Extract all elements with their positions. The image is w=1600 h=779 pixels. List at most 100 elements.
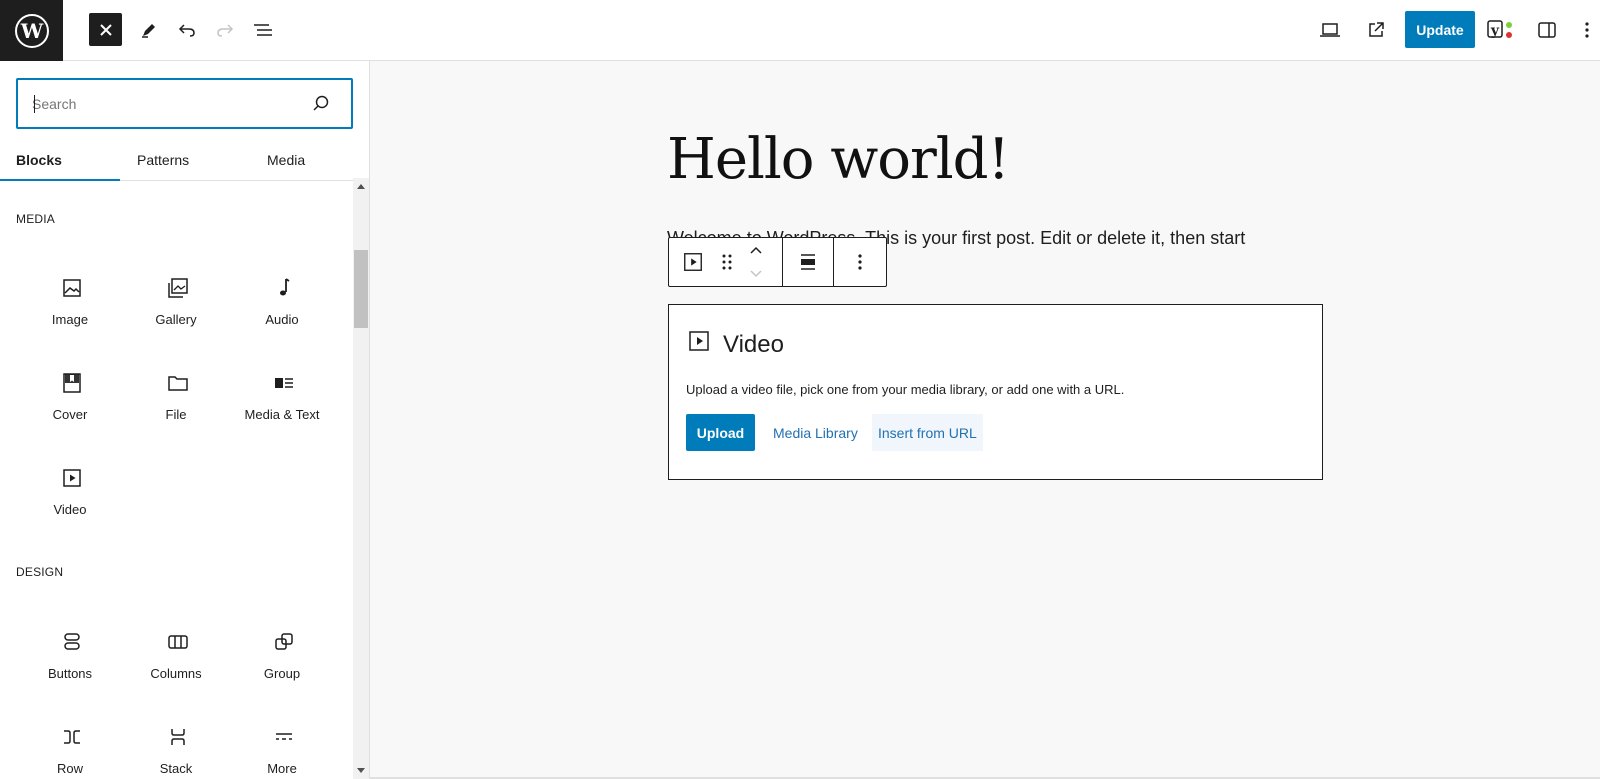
svg-text:y: y	[1490, 23, 1500, 39]
cover-icon	[63, 373, 81, 393]
pencil-icon	[142, 24, 155, 38]
search-icon[interactable]	[311, 94, 331, 114]
block-item-label: More	[267, 761, 297, 776]
drag-handle-icon	[722, 254, 732, 270]
close-icon	[99, 23, 112, 36]
undo-button[interactable]	[170, 12, 204, 48]
view-post-button[interactable]	[1359, 12, 1393, 48]
scroll-up-arrow-icon[interactable]	[353, 178, 369, 194]
wordpress-logo-icon[interactable]: W	[0, 0, 63, 61]
group-icon	[275, 633, 293, 650]
options-button[interactable]	[1575, 12, 1599, 48]
media-text-icon	[275, 378, 293, 388]
block-item-audio[interactable]: Audio	[229, 264, 335, 352]
tools-button[interactable]	[132, 12, 166, 48]
block-item-label: Gallery	[155, 312, 197, 327]
block-item-label: Video	[53, 502, 87, 517]
chevron-down-icon	[750, 270, 762, 278]
close-inserter-button[interactable]	[89, 13, 122, 46]
move-up-button[interactable]	[741, 238, 771, 262]
category-label-design: DESIGN	[16, 565, 64, 579]
video-block-placeholder[interactable]: Video Upload a video file, pick one from…	[668, 304, 1323, 480]
block-item-label: Row	[56, 761, 83, 776]
columns-icon	[168, 635, 188, 649]
block-item-label: Stack	[159, 761, 193, 776]
block-toolbar	[668, 237, 887, 287]
align-center-icon	[801, 254, 815, 270]
block-options-button[interactable]	[834, 238, 886, 286]
block-item-label: Media & Text	[244, 407, 320, 422]
scrollbar-thumb[interactable]	[354, 250, 368, 328]
block-item-buttons[interactable]: Buttons	[17, 618, 123, 706]
block-item-label: File	[165, 407, 187, 422]
block-item-label: Image	[51, 312, 89, 327]
sidebar-toggle-icon	[1538, 22, 1556, 38]
settings-sidebar-button[interactable]	[1530, 12, 1564, 48]
yoast-button[interactable]: y	[1485, 12, 1519, 48]
tab-blocks[interactable]: Blocks	[16, 139, 62, 181]
chevron-up-icon	[750, 246, 762, 254]
insert-from-url-button[interactable]: Insert from URL	[872, 414, 983, 451]
search-box	[16, 78, 353, 129]
buttons-icon	[64, 633, 80, 650]
block-item-label: Cover	[52, 407, 88, 422]
row-icon	[64, 730, 80, 744]
text-caret	[34, 95, 35, 113]
block-item-label: Audio	[265, 312, 299, 327]
active-tab-indicator	[0, 179, 120, 181]
block-item-cover[interactable]: Cover	[17, 359, 123, 447]
block-item-stack[interactable]: Stack	[123, 713, 229, 779]
block-item-label: Columns	[150, 666, 202, 681]
block-item-gallery[interactable]: Gallery	[123, 264, 229, 352]
video-block-instructions: Upload a video file, pick one from your …	[686, 382, 1125, 397]
gallery-icon	[168, 278, 188, 298]
search-input[interactable]	[32, 93, 292, 115]
editor-header: W Update y	[0, 0, 1600, 61]
audio-icon	[280, 278, 290, 296]
block-item-video[interactable]: Video	[17, 454, 123, 542]
more-vertical-icon	[858, 254, 862, 270]
block-item-image[interactable]: Image	[17, 264, 123, 352]
editor-canvas: Hello world! Welcome to WordPress. This …	[370, 61, 1600, 779]
preview-button[interactable]	[1313, 12, 1347, 48]
svg-text:W: W	[19, 19, 43, 43]
document-overview-icon	[254, 24, 272, 36]
yoast-icon: y	[1487, 20, 1512, 39]
block-inserter-panel: Blocks Patterns Media MEDIA Image Galler…	[0, 61, 370, 779]
tab-patterns[interactable]: Patterns	[137, 139, 189, 181]
align-button[interactable]	[783, 238, 833, 286]
external-link-icon	[1369, 22, 1384, 37]
video-icon	[689, 331, 709, 351]
redo-button[interactable]	[208, 12, 242, 48]
redo-icon	[217, 24, 234, 37]
sidebar-scrollbar[interactable]	[353, 178, 369, 779]
inserter-tabs: Blocks Patterns Media	[0, 139, 369, 181]
media-library-button[interactable]: Media Library	[773, 414, 858, 451]
block-item-row[interactable]: Row	[17, 713, 123, 779]
laptop-icon	[1320, 23, 1340, 37]
move-down-button[interactable]	[741, 262, 771, 286]
file-icon	[168, 376, 188, 391]
video-block-title: Video	[723, 331, 784, 358]
drag-handle[interactable]	[717, 238, 737, 286]
update-button[interactable]: Update	[1405, 11, 1475, 48]
post-title[interactable]: Hello world!	[667, 127, 1010, 192]
block-item-columns[interactable]: Columns	[123, 618, 229, 706]
image-icon	[63, 279, 81, 297]
tab-media[interactable]: Media	[267, 139, 305, 181]
block-type-button[interactable]	[669, 238, 717, 286]
stack-icon	[171, 729, 185, 745]
more-vertical-icon	[1585, 22, 1589, 38]
block-item-label: Buttons	[47, 666, 93, 681]
block-item-file[interactable]: File	[123, 359, 229, 447]
category-label-media: MEDIA	[16, 212, 56, 226]
upload-button[interactable]: Upload	[686, 414, 755, 451]
block-item-media-text[interactable]: Media & Text	[229, 359, 335, 447]
scroll-down-arrow-icon[interactable]	[353, 763, 369, 779]
more-icon	[276, 733, 292, 740]
block-item-group[interactable]: Group	[229, 618, 335, 706]
block-item-label: Group	[263, 666, 301, 681]
document-overview-button[interactable]	[246, 12, 280, 48]
block-item-more[interactable]: More	[229, 713, 335, 779]
video-icon	[63, 469, 81, 487]
